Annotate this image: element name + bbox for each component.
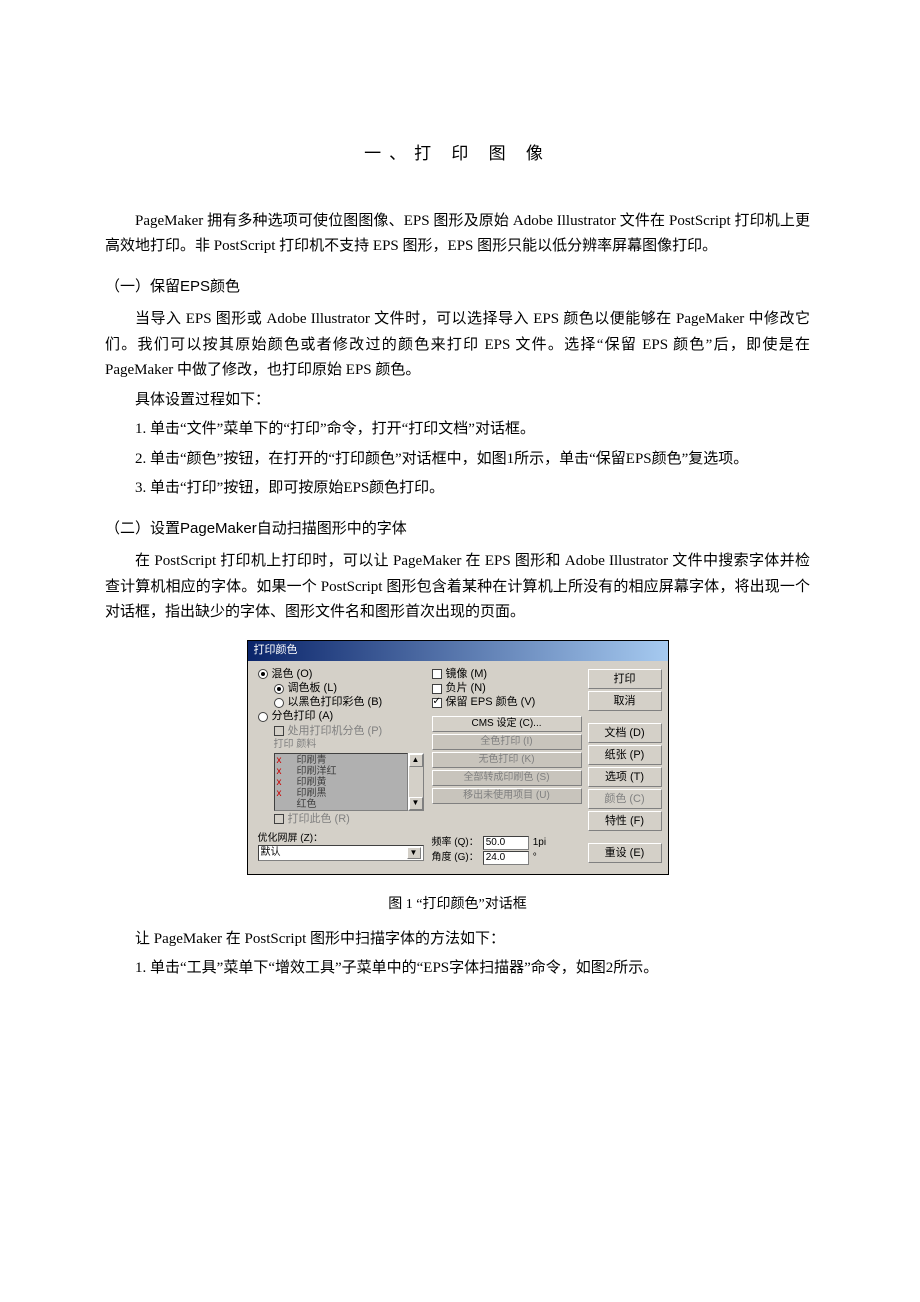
screen-value: 默认 xyxy=(261,847,281,859)
spot-to-process-button: 全部转成印刷色 (S) xyxy=(432,770,582,786)
composite-group: 混色 (O) 调色板 (L) 以黑色打印彩色 (B) xyxy=(258,667,424,827)
angle-label: 角度 (G)： xyxy=(432,852,479,864)
negative-checkbox[interactable] xyxy=(432,684,442,694)
cancel-button[interactable]: 取消 xyxy=(588,691,662,711)
print-button[interactable]: 打印 xyxy=(588,669,662,689)
print-color-dialog: 打印颜色 混色 (O) 调色板 (L) xyxy=(247,640,669,875)
s2-p1: 在 PostScript 打印机上打印时，可以让 PageMaker 在 EPS… xyxy=(105,549,810,626)
reset-button[interactable]: 重设 (E) xyxy=(588,843,662,863)
bw-radio[interactable] xyxy=(274,698,284,708)
features-button[interactable]: 特性 (F) xyxy=(588,811,662,831)
cms-button[interactable]: CMS 设定 (C)... xyxy=(432,716,582,732)
use-printer-sep-label: 处用打印机分色 (P) xyxy=(288,725,383,738)
bw-label: 以黑色打印彩色 (B) xyxy=(288,696,383,709)
s1-p2: 具体设置过程如下： xyxy=(105,388,810,414)
section-2-heading: （二）设置PageMaker自动扫描图形中的字体 xyxy=(105,516,810,542)
s2-p2: 让 PageMaker 在 PostScript 图形中扫描字体的方法如下： xyxy=(105,927,810,953)
middle-column: 镜像 (M) 负片 (N) 保留 EPS 颜色 (V) CMS 设定 (C xyxy=(432,667,582,827)
mirror-label: 镜像 (M) xyxy=(446,668,488,681)
use-printer-sep-checkbox xyxy=(274,726,284,736)
keep-eps-label: 保留 EPS 颜色 (V) xyxy=(446,696,536,709)
remove-unused-button: 移出未使用项目 (U) xyxy=(432,788,582,804)
paper-button[interactable]: 纸张 (P) xyxy=(588,745,662,765)
ink-list-header: 打印 颜料 xyxy=(274,739,424,751)
no-ink-button: 无色打印 (K) xyxy=(432,752,582,768)
dialog-titlebar: 打印颜色 xyxy=(248,641,668,661)
s1-step3: 3. 单击“打印”按钮，即可按原始EPS颜色打印。 xyxy=(105,476,810,502)
ink-items: x印刷青 x印刷洋红 x印刷黄 x印刷黑 红色 xyxy=(274,753,408,811)
ink-listbox[interactable]: x印刷青 x印刷洋红 x印刷黄 x印刷黑 红色 ▲ ▼ xyxy=(274,753,424,811)
section-1-heading: （一）保留EPS颜色 xyxy=(105,274,810,300)
chevron-down-icon[interactable]: ▼ xyxy=(407,847,421,859)
document-page: 一、打 印 图 像 PageMaker 拥有多种选项可使位图图像、EPS 图形及… xyxy=(0,0,920,1302)
dialog-title: 打印颜色 xyxy=(254,644,298,657)
freq-label: 频率 (Q)： xyxy=(432,837,479,849)
ink-1: 印刷洋红 xyxy=(297,766,337,777)
palette-label: 调色板 (L) xyxy=(288,682,338,695)
ink-2: 印刷黄 xyxy=(297,777,327,788)
print-this-color-checkbox xyxy=(274,814,284,824)
ink-0: 印刷青 xyxy=(297,755,327,766)
intro-para: PageMaker 拥有多种选项可使位图图像、EPS 图形及原始 Adobe I… xyxy=(105,209,810,260)
scroll-up-icon[interactable]: ▲ xyxy=(409,754,423,767)
s1-p1: 当导入 EPS 图形或 Adobe Illustrator 文件时，可以选择导入… xyxy=(105,307,810,384)
top-options-row: 混色 (O) 调色板 (L) 以黑色打印彩色 (B) xyxy=(258,667,582,827)
all-ink-button: 全色打印 (I) xyxy=(432,734,582,750)
ink-scrollbar[interactable]: ▲ ▼ xyxy=(408,753,424,811)
freq-input[interactable]: 50.0 xyxy=(483,836,529,850)
document-button[interactable]: 文档 (D) xyxy=(588,723,662,743)
color-button[interactable]: 颜色 (C) xyxy=(588,789,662,809)
freq-unit: 1pi xyxy=(533,837,546,849)
screen-select[interactable]: 默认 ▼ xyxy=(258,845,424,861)
figure-1-caption: 图 1 “打印颜色”对话框 xyxy=(105,893,810,917)
screen-label: 优化网屏 (Z)： xyxy=(258,833,424,845)
s1-step2: 2. 单击“颜色”按钮，在打开的“打印颜色”对话框中，如图1所示，单击“保留EP… xyxy=(105,447,810,473)
ink-4: 红色 xyxy=(297,799,317,810)
bottom-options: 优化网屏 (Z)： 默认 ▼ 频率 (Q)： 50.0 1pi xyxy=(258,833,582,866)
s1-step1: 1. 单击“文件”菜单下的“打印”命令，打开“打印文档”对话框。 xyxy=(105,417,810,443)
angle-input[interactable]: 24.0 xyxy=(483,851,529,865)
composite-radio[interactable] xyxy=(258,669,268,679)
keep-eps-checkbox[interactable] xyxy=(432,698,442,708)
page-title: 一、打 印 图 像 xyxy=(105,140,810,169)
options-button[interactable]: 选项 (T) xyxy=(588,767,662,787)
palette-radio[interactable] xyxy=(274,684,284,694)
dialog-button-column: 打印 取消 文档 (D) 纸张 (P) 选项 (T) 颜色 (C) 特性 (F)… xyxy=(588,667,662,866)
separation-label: 分色打印 (A) xyxy=(272,710,334,723)
print-this-color-label: 打印此色 (R) xyxy=(288,813,350,826)
separation-radio[interactable] xyxy=(258,712,268,722)
negative-label: 负片 (N) xyxy=(446,682,486,695)
mirror-checkbox[interactable] xyxy=(432,669,442,679)
composite-label: 混色 (O) xyxy=(272,668,313,681)
dialog-body: 混色 (O) 调色板 (L) 以黑色打印彩色 (B) xyxy=(248,661,668,874)
angle-unit: ° xyxy=(533,852,537,864)
s2-step1: 1. 单击“工具”菜单下“增效工具”子菜单中的“EPS字体扫描器”命令，如图2所… xyxy=(105,956,810,982)
dialog-left-column: 混色 (O) 调色板 (L) 以黑色打印彩色 (B) xyxy=(258,667,582,866)
ink-3: 印刷黑 xyxy=(297,788,327,799)
scroll-down-icon[interactable]: ▼ xyxy=(409,797,423,810)
